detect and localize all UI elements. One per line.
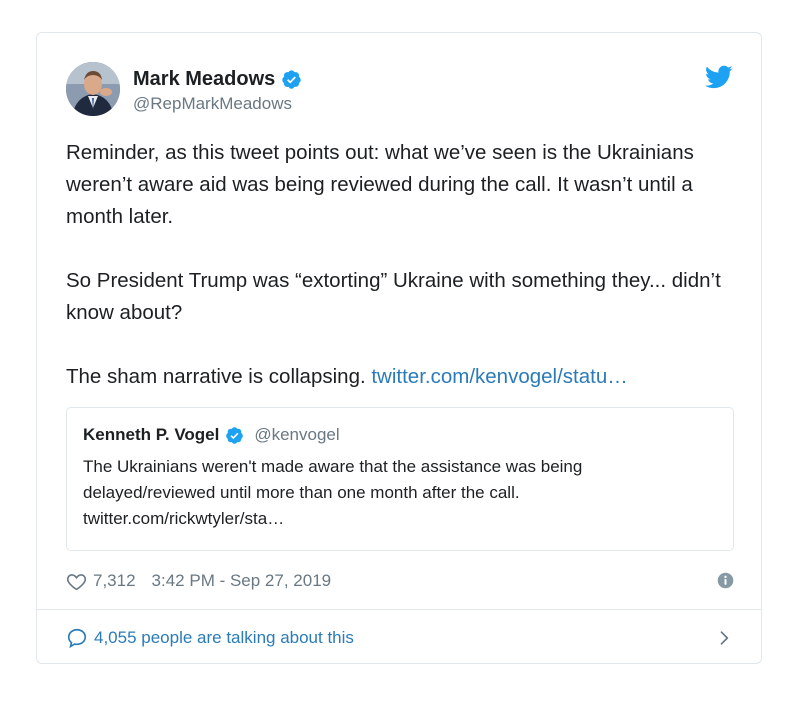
tweet-paragraph: So President Trump was “extorting” Ukrai…	[66, 269, 721, 324]
chevron-right-icon[interactable]	[714, 628, 734, 648]
quoted-tweet-text: The Ukrainians weren't made aware that t…	[83, 457, 583, 528]
quoted-tweet-header: Kenneth P. Vogel @kenvogel	[83, 424, 340, 446]
divider	[37, 609, 761, 610]
tweet-paragraph: Reminder, as this tweet points out: what…	[66, 141, 694, 228]
avatar-photo	[66, 62, 120, 116]
tweet-meta-row: 7,312 3:42 PM - Sep 27, 2019	[66, 569, 734, 593]
tweet-paragraph-text: The sham narrative is collapsing.	[66, 365, 372, 388]
like-count[interactable]: 7,312	[93, 571, 136, 591]
tweet-timestamp[interactable]: 3:42 PM - Sep 27, 2019	[152, 571, 332, 591]
quoted-author-name: Kenneth P. Vogel	[83, 425, 220, 444]
author-name[interactable]: Mark Meadows	[133, 67, 275, 91]
embedded-tweet-card: Mark Meadows @RepMarkMeadows Reminder, a…	[36, 32, 762, 664]
tweet-paragraph: The sham narrative is collapsing. twitte…	[66, 361, 726, 393]
heart-icon[interactable]	[66, 571, 87, 592]
author-handle[interactable]: @RepMarkMeadows	[133, 93, 292, 115]
quoted-author-handle: @kenvogel	[254, 425, 340, 444]
conversation-label: 4,055 people are talking about this	[94, 628, 354, 647]
conversation-link[interactable]: 4,055 people are talking about this	[66, 625, 734, 651]
verified-badge-icon	[282, 69, 301, 89]
quoted-tweet[interactable]: Kenneth P. Vogel @kenvogel The Ukrainian…	[66, 407, 734, 551]
tweet-body: Reminder, as this tweet points out: what…	[66, 137, 726, 393]
verified-badge-icon	[226, 426, 244, 444]
author-avatar[interactable]	[66, 62, 120, 116]
quoted-tweet-link[interactable]: twitter.com/kenvogel/statu…	[371, 365, 627, 388]
twitter-bird-icon[interactable]	[705, 63, 733, 91]
info-icon[interactable]	[717, 572, 734, 589]
author-name-row: Mark Meadows	[133, 67, 302, 91]
speech-bubble-icon	[67, 628, 87, 649]
